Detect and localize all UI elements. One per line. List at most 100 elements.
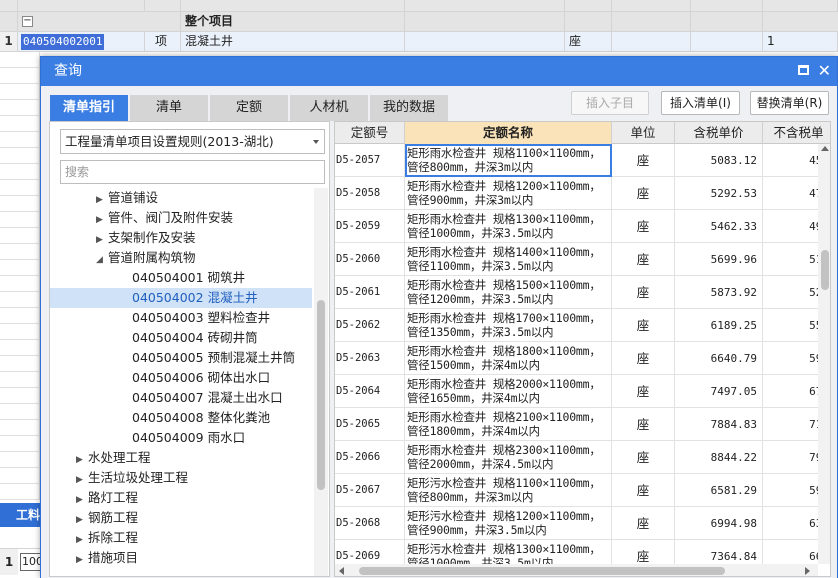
tree-item[interactable]: 040504008 整体化粪池 [50,408,312,428]
cell-price[interactable]: 5462.33 [675,210,763,243]
cell-code[interactable]: D5-2062 [335,309,405,342]
bg-code-value[interactable]: 040504002001 [21,34,105,50]
tree-item[interactable]: ▶ 拆除工程 [50,528,312,548]
cell-code[interactable]: D5-2060 [335,243,405,276]
maximize-icon[interactable] [798,65,809,75]
cell-code[interactable]: D5-2063 [335,342,405,375]
cell-name[interactable]: 矩形雨水检查井 规格1300×1100mm，管径1000mm，井深3.5m以内 [405,210,612,243]
cell-code[interactable]: D5-2065 [335,408,405,441]
cell-name[interactable]: 矩形雨水检查井 规格1200×1100mm，管径900mm，井深3m以内 [405,177,612,210]
bg-code-cell[interactable]: 040504002001 [18,32,145,51]
cell-unit[interactable]: 座 [612,441,675,474]
bg-name-cell[interactable]: 混凝土井 [181,32,405,51]
cell-price[interactable]: 5292.53 [675,177,763,210]
cell-unit[interactable]: 座 [612,177,675,210]
cell-name[interactable]: 矩形雨水检查井 规格1400×1100mm，管径1100mm，井深3.5m以内 [405,243,612,276]
column-header-price-ex-tax[interactable]: 不含税单 [763,122,830,144]
tree-item[interactable]: ▶ 支架制作及安装 [50,228,312,248]
table-row[interactable]: D5-2063 矩形雨水检查井 规格1800×1100mm，管径1500mm，井深… [335,342,830,375]
cell-code[interactable]: D5-2061 [335,276,405,309]
cell-name[interactable]: 矩形雨水检查井 规格2300×1100mm，管径2000mm，井深4.5m以内 [405,441,612,474]
cell-price[interactable]: 6581.29 [675,474,763,507]
tab-list-guide[interactable]: 清单指引 [50,95,128,121]
table-row[interactable]: D5-2060 矩形雨水检查井 规格1400×1100mm，管径1100mm，井深… [335,243,830,276]
cell-name[interactable]: 矩形污水检查井 规格1300×1100mm，管径1000mm，井深3.5m以内 [405,540,612,564]
cell-price[interactable]: 7497.05 [675,375,763,408]
tab-list[interactable]: 清单 [130,95,208,121]
collapsed-arrow-icon[interactable]: ▶ [76,450,88,470]
cell-code[interactable]: D5-2067 [335,474,405,507]
cell-name[interactable]: 矩形雨水检查井 规格2000×1100mm，管径1650mm，井深4m以内 [405,375,612,408]
cell-price[interactable]: 8844.22 [675,441,763,474]
cell-unit[interactable]: 座 [612,408,675,441]
scroll-left-icon[interactable] [339,567,344,575]
cell-price[interactable]: 6994.98 [675,507,763,540]
table-row[interactable]: D5-2058 矩形雨水检查井 规格1200×1100mm，管径900mm，井深3… [335,177,830,210]
tree-item[interactable]: ▶ 措施项目 [50,548,312,568]
cell-name[interactable]: 矩形雨水检查井 规格1700×1100mm，管径1350mm，井深3.5m以内 [405,309,612,342]
tree-item[interactable]: 040504005 预制混凝土井筒 [50,348,312,368]
tree-scrollbar[interactable] [314,188,328,576]
cell-price[interactable]: 7364.84 [675,540,763,564]
search-input[interactable] [60,160,325,184]
table-row[interactable]: D5-2069 矩形污水检查井 规格1300×1100mm，管径1000mm，井深… [335,540,830,564]
cell-unit[interactable]: 座 [612,309,675,342]
table-row[interactable]: D5-2064 矩形雨水检查井 规格2000×1100mm，管径1650mm，井深… [335,375,830,408]
tree-item[interactable]: ◢ 管道附属构筑物 [50,248,312,268]
standard-select[interactable]: 工程量清单项目设置规则(2013-湖北) [60,129,325,154]
table-row[interactable]: D5-2062 矩形雨水检查井 规格1700×1100mm，管径1350mm，井深… [335,309,830,342]
bg-cell[interactable] [612,32,691,51]
cell-name[interactable]: 矩形雨水检查井 规格1800×1100mm，管径1500mm，井深4m以内 [405,342,612,375]
cell-unit[interactable]: 座 [612,474,675,507]
tree-item[interactable]: 040504009 雨水口 [50,428,312,448]
collapsed-arrow-icon[interactable]: ▶ [96,190,108,210]
collapsed-arrow-icon[interactable]: ▶ [76,550,88,570]
cell-price[interactable]: 5699.96 [675,243,763,276]
cell-name[interactable]: 矩形污水检查井 规格1100×1100mm，管径800mm，井深3m以内 [405,474,612,507]
tab-quota[interactable]: 定额 [210,95,288,121]
bg-quantity-cell[interactable]: 1 [763,32,838,51]
tree-item[interactable]: ▶ 生活垃圾处理工程 [50,468,312,488]
collapsed-arrow-icon[interactable]: ▶ [76,530,88,550]
cell-name[interactable]: 矩形污水检查井 规格1200×1100mm，管径900mm，井深3.5m以内 [405,507,612,540]
bg-unit-cell[interactable]: 座 [565,32,612,51]
cell-name[interactable]: 矩形雨水检查井 规格2100×1100mm，管径1800mm，井深4m以内 [405,408,612,441]
cell-unit[interactable]: 座 [612,375,675,408]
cell-unit[interactable]: 座 [612,276,675,309]
tree-item[interactable]: ▶ 路灯工程 [50,488,312,508]
tree-item[interactable]: 040504003 塑料检查井 [50,308,312,328]
cell-price[interactable]: 6640.79 [675,342,763,375]
tab-labor-material-machine[interactable]: 人材机 [290,95,368,121]
column-header-quota-name[interactable]: 定额名称 [405,122,612,144]
expanded-arrow-icon[interactable]: ◢ [96,250,108,270]
replace-list-button[interactable]: 替换清单(R) [750,91,829,115]
table-row[interactable]: D5-2057 矩形雨水检查井 规格1100×1100mm，管径800mm，井深3… [335,144,830,177]
cell-code[interactable]: D5-2069 [335,540,405,564]
table-row[interactable]: D5-2068 矩形污水检查井 规格1200×1100mm，管径900mm，井深3… [335,507,830,540]
cell-unit[interactable]: 座 [612,144,675,177]
table-horizontal-scrollbar[interactable] [335,564,818,576]
cell-name[interactable]: 矩形雨水检查井 规格1100×1100mm，管径800mm，井深3m以内 [405,144,612,177]
collapsed-arrow-icon[interactable]: ▶ [96,210,108,230]
collapsed-arrow-icon[interactable]: ▶ [96,230,108,250]
cell-price[interactable]: 7884.83 [675,408,763,441]
cell-unit[interactable]: 座 [612,342,675,375]
cell-unit[interactable]: 座 [612,540,675,564]
cell-price[interactable]: 6189.25 [675,309,763,342]
bg-cell[interactable] [691,32,763,51]
cell-unit[interactable]: 座 [612,243,675,276]
bg-item-row[interactable]: 1 040504002001 项 混凝土井 座 1 [0,32,838,52]
table-row[interactable]: D5-2059 矩形雨水检查井 规格1300×1100mm，管径1000mm，井深… [335,210,830,243]
cell-name[interactable]: 矩形雨水检查井 规格1500×1100mm，管径1200mm，井深3.5m以内 [405,276,612,309]
scroll-right-icon[interactable] [805,567,810,575]
tab-my-data[interactable]: 我的数据 [370,95,448,121]
tree-item[interactable]: 040504007 混凝土出水口 [50,388,312,408]
tree-item[interactable]: ▶ 管道铺设 [50,188,312,208]
collapsed-arrow-icon[interactable]: ▶ [76,490,88,510]
cell-price[interactable]: 5873.92 [675,276,763,309]
tree-item[interactable]: 040504006 砌体出水口 [50,368,312,388]
tree-item[interactable]: 040504002 混凝土井 [50,288,312,308]
dialog-title-bar[interactable]: 查询 ✕ [41,57,837,86]
insert-child-button[interactable]: 插入子目 [571,91,649,115]
tree-item[interactable]: ▶ 水处理工程 [50,448,312,468]
